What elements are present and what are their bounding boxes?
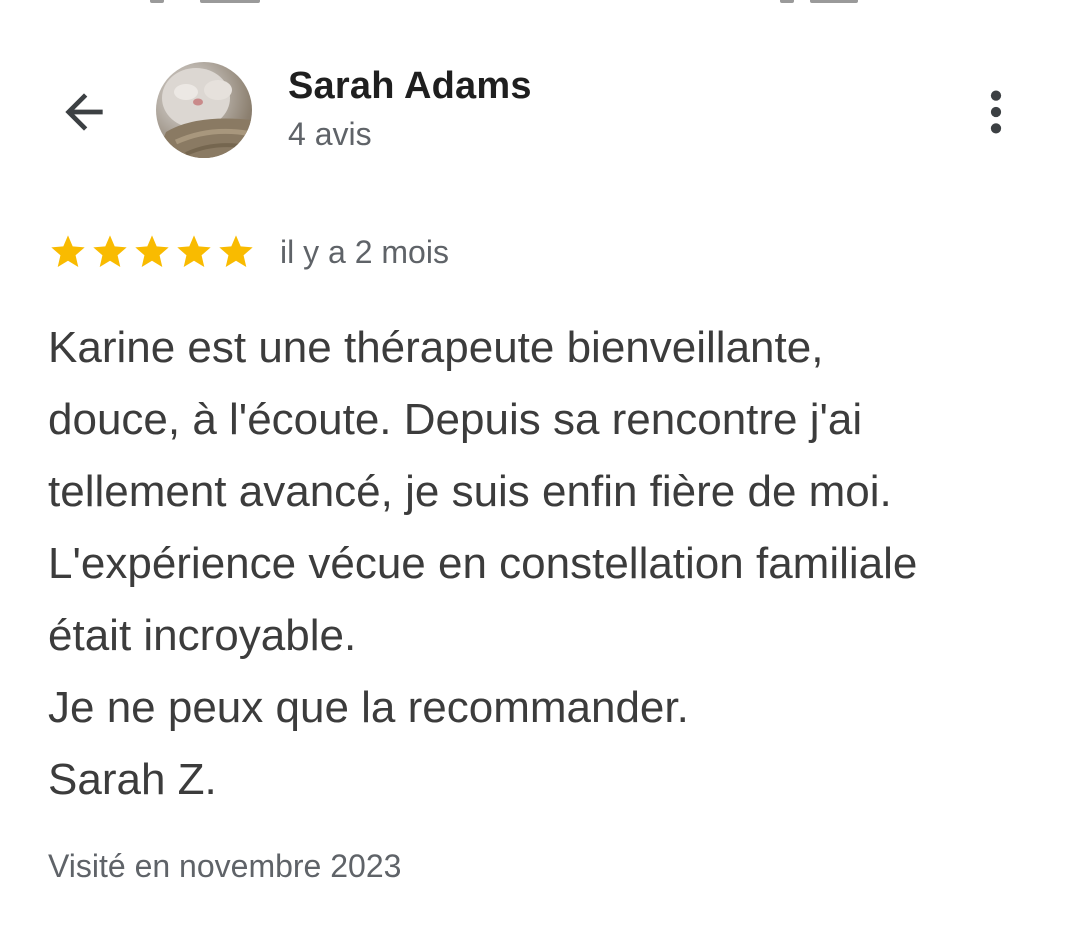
visit-date: Visité en novembre 2023: [48, 848, 402, 884]
review-line: était incroyable.: [48, 611, 357, 660]
star-icon: [177, 235, 211, 267]
more-options-button[interactable]: [960, 76, 1032, 148]
review-line: Sarah Z.: [48, 755, 217, 804]
star-icon: [219, 235, 253, 267]
review-count: 4 avis: [288, 116, 372, 152]
review-line: tellement avancé, je suis enfin fière de…: [48, 467, 892, 516]
status-bar-remnant: [0, 0, 1080, 6]
star-icon: [135, 235, 169, 267]
author-header: Sarah Adams 4 avis: [288, 62, 532, 156]
back-button[interactable]: [48, 76, 120, 148]
review-date: il y a 2 mois: [280, 233, 449, 270]
more-vert-icon: [990, 90, 1002, 134]
review-detail-screen: Sarah Adams 4 avis il y a 2 mois Karine …: [0, 0, 1080, 925]
review-line: Karine est une thérapeute bienveillante,: [48, 323, 824, 372]
avatar[interactable]: [156, 62, 252, 158]
rating-row: il y a 2 mois: [48, 228, 449, 276]
author-name[interactable]: Sarah Adams: [288, 62, 532, 110]
review-text: Karine est une thérapeute bienveillante,…: [48, 312, 1048, 816]
arrow-back-icon: [65, 93, 103, 131]
avatar-image: [156, 68, 252, 158]
star-rating: [48, 232, 256, 272]
review-line: Je ne peux que la recommander.: [48, 683, 689, 732]
review-line: L'expérience vécue en constellation fami…: [48, 539, 918, 588]
star-icon: [51, 235, 85, 267]
star-icon: [93, 235, 127, 267]
review-line: douce, à l'écoute. Depuis sa rencontre j…: [48, 395, 863, 444]
